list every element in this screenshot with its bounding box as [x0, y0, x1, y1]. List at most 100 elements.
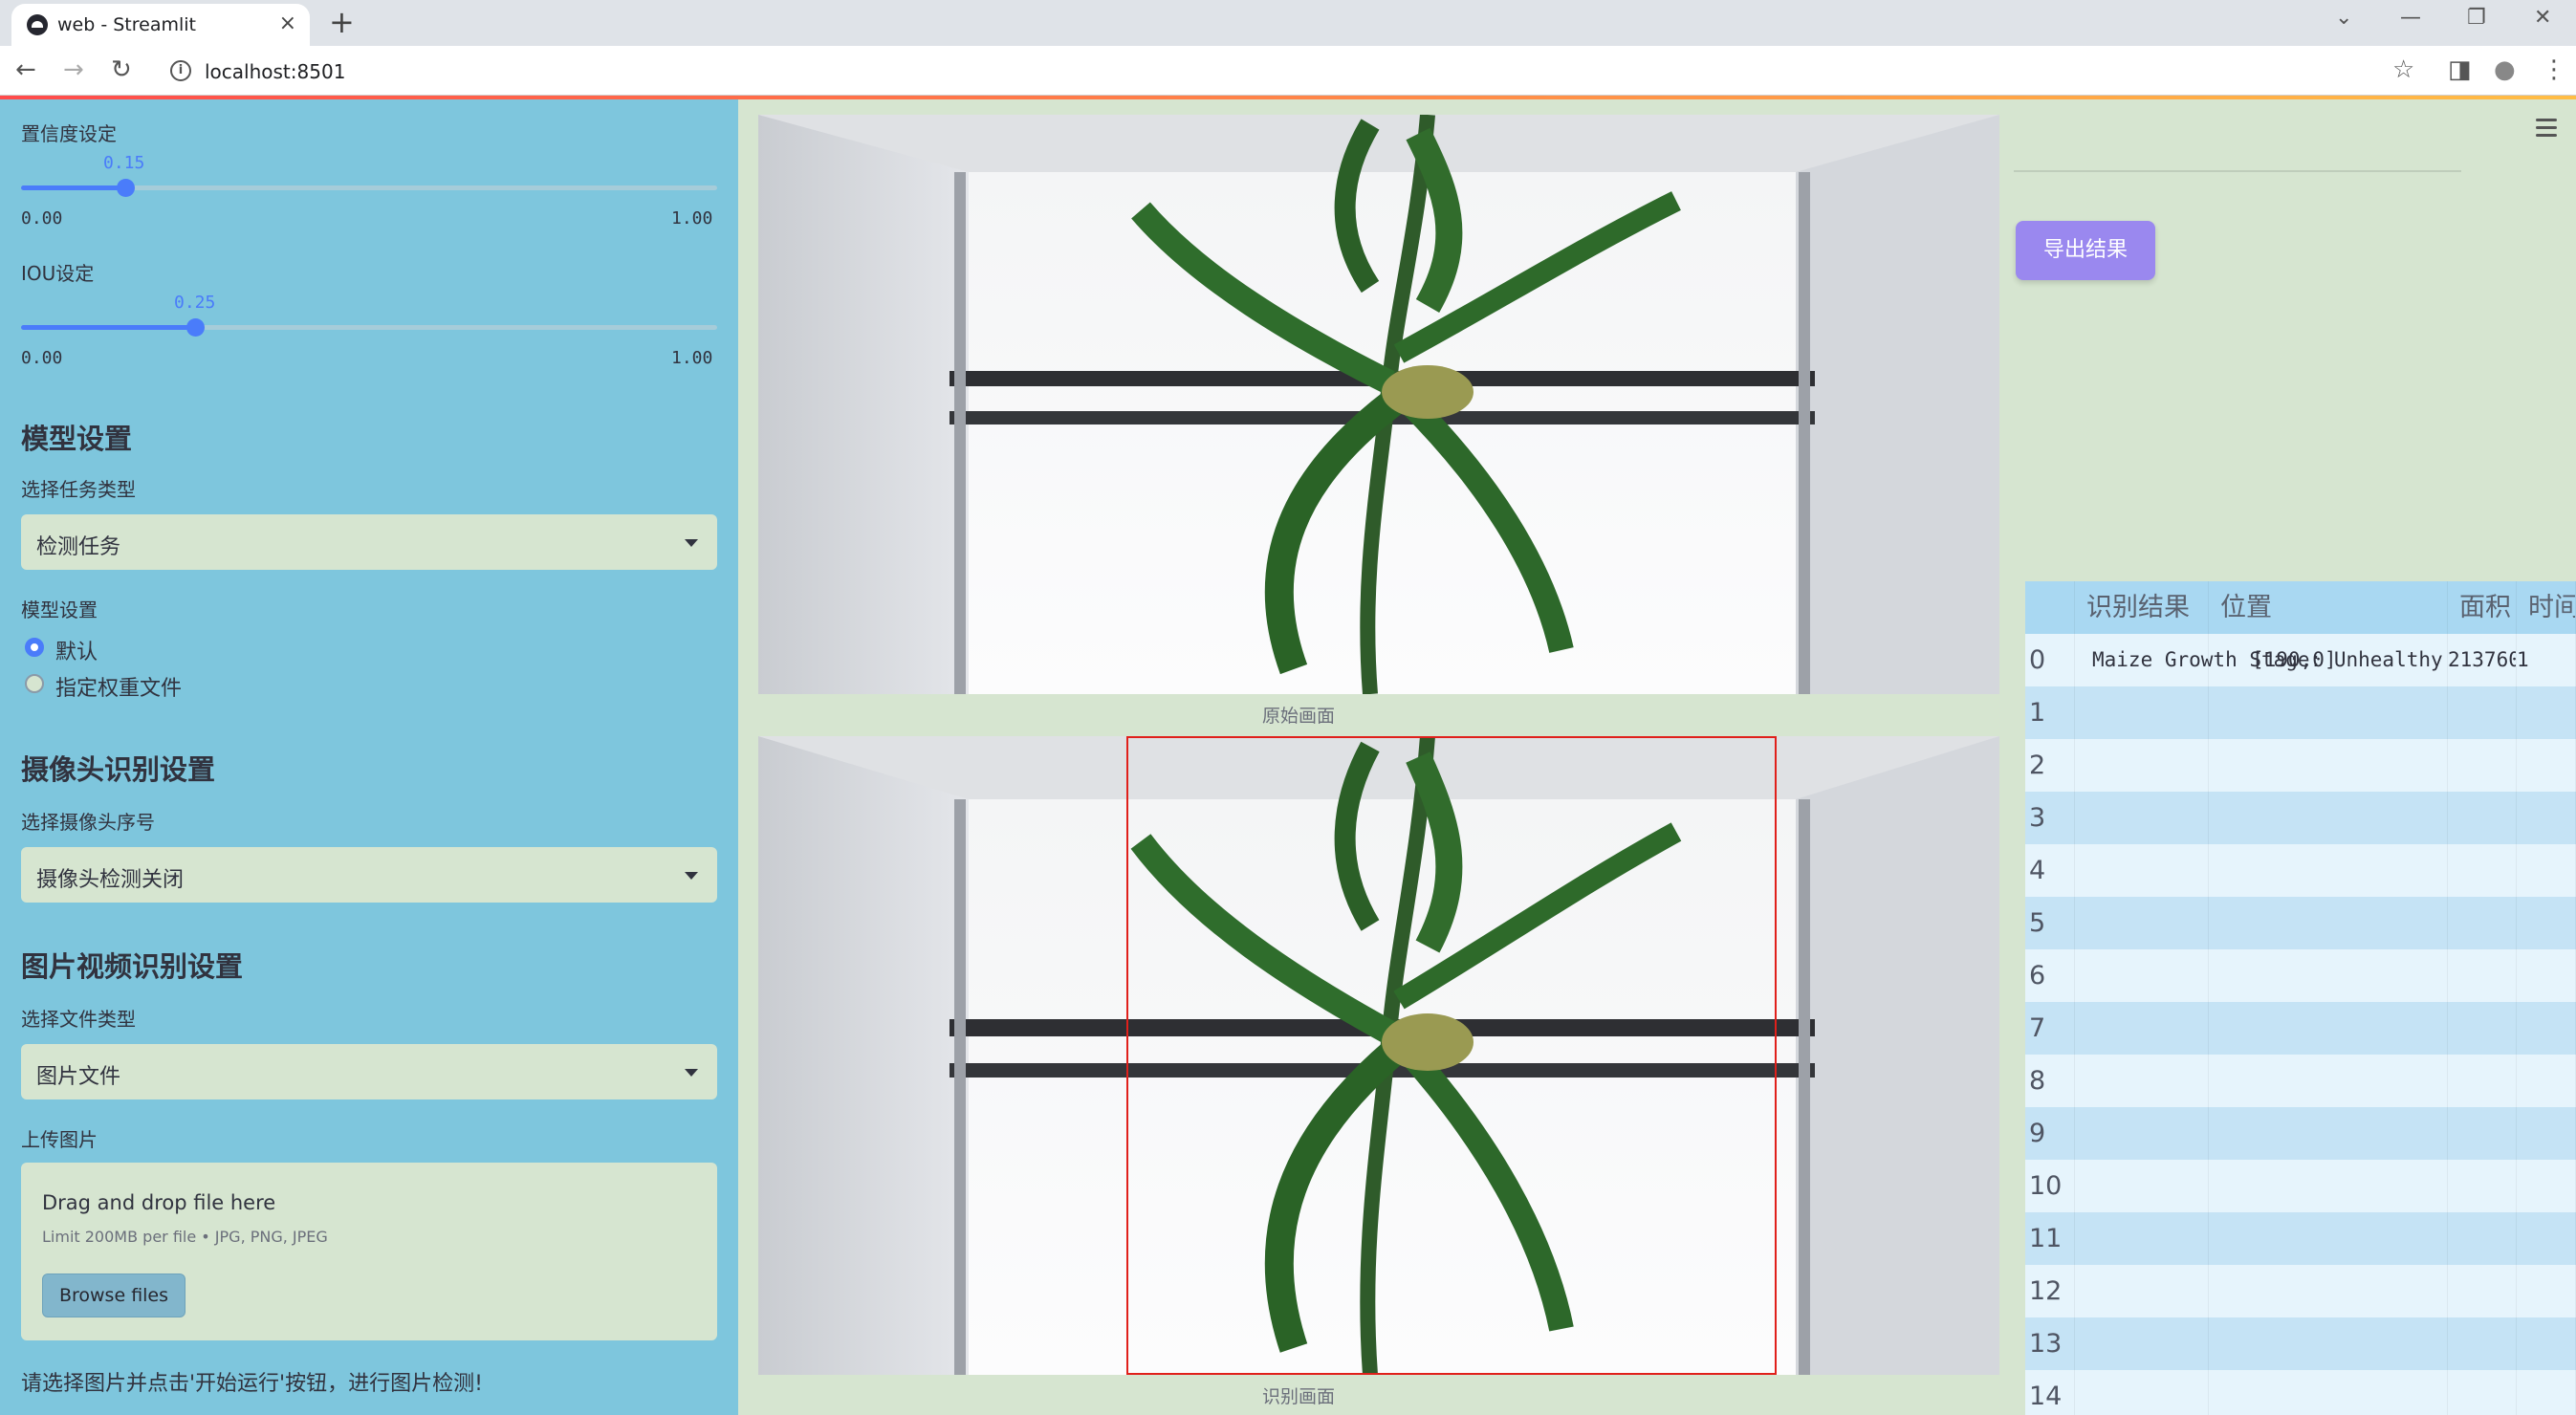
column-header[interactable]: 位置	[2209, 581, 2448, 634]
table-cell-index: 8	[2025, 1055, 2075, 1107]
iou-slider-max: 1.00	[671, 348, 713, 368]
table-row[interactable]: 2	[2025, 739, 2576, 792]
chevron-down-icon	[685, 1069, 698, 1077]
minimize-icon[interactable]: —	[2400, 6, 2421, 30]
side-panel-icon[interactable]: ◨	[2448, 55, 2472, 84]
column-header[interactable]: 时间	[2517, 581, 2576, 634]
file-dropzone[interactable]: Drag and drop file here Limit 200MB per …	[21, 1163, 717, 1340]
reload-icon[interactable]: ↻	[111, 55, 132, 84]
browse-files-button[interactable]: Browse files	[42, 1274, 186, 1317]
task-type-value: 检测任务	[36, 535, 121, 559]
table-row[interactable]: 3	[2025, 792, 2576, 844]
table-cell-position	[2209, 1212, 2448, 1265]
conf-slider-max: 1.00	[671, 208, 713, 229]
conf-slider[interactable]	[21, 179, 717, 197]
site-info-icon[interactable]: i	[170, 60, 191, 81]
table-row[interactable]: 1	[2025, 686, 2576, 739]
streamlit-favicon-icon	[27, 14, 48, 35]
dropzone-limit: Limit 200MB per file • JPG, PNG, JPEG	[42, 1228, 328, 1246]
radio-custom-weights-label: 指定权重文件	[55, 677, 183, 701]
divider-line	[2014, 170, 2461, 172]
profile-avatar-icon[interactable]: ●	[2494, 55, 2516, 84]
table-cell-position	[2209, 897, 2448, 949]
table-cell-time	[2517, 686, 2576, 739]
iou-slider-min: 0.00	[21, 348, 63, 368]
streamlit-main-menu-icon[interactable]	[2536, 119, 2557, 142]
table-row[interactable]: 0 Maize Growth Stage: Unhealthy [190,0] 213…	[2025, 634, 2576, 686]
window-close-icon[interactable]: ✕	[2534, 6, 2551, 30]
table-cell-time	[2517, 897, 2576, 949]
conf-slider-fill	[21, 185, 126, 190]
iou-slider-thumb[interactable]	[186, 318, 205, 337]
maize-plant-detected-photo	[758, 736, 1999, 1375]
radio-selected-icon[interactable]	[25, 638, 44, 657]
table-row[interactable]: 10	[2025, 1160, 2576, 1212]
column-header[interactable]: 识别结果	[2075, 581, 2209, 634]
file-type-select[interactable]: 图片文件	[21, 1044, 717, 1099]
tab-title: web - Streamlit	[57, 14, 196, 35]
iou-slider-value: 0.25	[174, 293, 216, 313]
tab-search-icon[interactable]: ⌄	[2335, 6, 2352, 30]
table-row[interactable]: 9	[2025, 1107, 2576, 1160]
table-cell-area	[2448, 686, 2517, 739]
task-type-select[interactable]: 检测任务	[21, 514, 717, 570]
table-cell-result: Maize Growth Stage: Unhealthy	[2075, 634, 2443, 686]
table-cell-index: 12	[2025, 1265, 2075, 1317]
table-cell-area	[2448, 739, 2517, 792]
table-cell-time	[2517, 1107, 2576, 1160]
table-row[interactable]: 5	[2025, 897, 2576, 949]
back-icon[interactable]: ←	[15, 55, 36, 84]
table-cell-position	[2209, 792, 2448, 844]
table-row[interactable]: 6	[2025, 949, 2576, 1002]
table-cell-position	[2209, 739, 2448, 792]
address-bar-row: ← → ↻ i localhost:8501 ☆ ◨ ● ⋮	[0, 46, 2576, 96]
forward-icon[interactable]: →	[63, 55, 84, 84]
table-cell-time	[2517, 792, 2576, 844]
column-header[interactable]	[2025, 581, 2075, 634]
export-results-button[interactable]: 导出结果	[2016, 221, 2155, 280]
table-row[interactable]: 12	[2025, 1265, 2576, 1317]
url-bar[interactable]: i localhost:8501	[157, 53, 2394, 89]
table-row[interactable]: 4	[2025, 844, 2576, 897]
table-row[interactable]: 7	[2025, 1002, 2576, 1055]
browser-tab[interactable]: web - Streamlit ×	[11, 4, 310, 46]
table-cell-index: 9	[2025, 1107, 2075, 1160]
radio-unselected-icon[interactable]	[25, 674, 44, 693]
table-cell-index: 6	[2025, 949, 2075, 1002]
table-cell-result	[2075, 1055, 2209, 1107]
table-cell-area	[2448, 1160, 2517, 1212]
table-cell-result	[2075, 686, 2209, 739]
table-cell-result	[2075, 739, 2209, 792]
table-cell-index: 4	[2025, 844, 2075, 897]
table-cell-area	[2448, 1212, 2517, 1265]
table-cell-index: 10	[2025, 1160, 2075, 1212]
url-text[interactable]: localhost:8501	[205, 60, 345, 83]
conf-slider-thumb[interactable]	[117, 179, 136, 197]
table-cell-position	[2209, 1055, 2448, 1107]
camera-index-select[interactable]: 摄像头检测关闭	[21, 847, 717, 903]
table-cell-time: 1	[2517, 634, 2576, 686]
table-row[interactable]: 13	[2025, 1317, 2576, 1370]
new-tab-icon[interactable]: +	[329, 4, 355, 40]
table-cell-time	[2517, 1002, 2576, 1055]
column-header[interactable]: 面积	[2448, 581, 2517, 634]
table-row[interactable]: 8	[2025, 1055, 2576, 1107]
table-cell-result	[2075, 1317, 2209, 1370]
table-cell-time	[2517, 949, 2576, 1002]
tab-close-icon[interactable]: ×	[279, 11, 296, 35]
iou-slider[interactable]	[21, 318, 717, 337]
iou-label: IOU设定	[21, 262, 95, 285]
camera-settings-header: 摄像头识别设置	[21, 753, 216, 786]
restore-icon[interactable]: ❐	[2467, 6, 2486, 30]
table-cell-position	[2209, 1265, 2448, 1317]
table-cell-position	[2209, 686, 2448, 739]
table-cell-position	[2209, 1107, 2448, 1160]
sidebar: 置信度设定 0.15 0.00 1.00 IOU设定 0.25 0.00 1.0…	[0, 99, 738, 1415]
instruction-text: 请选择图片并点击'开始运行'按钮，进行图片检测!	[21, 1372, 483, 1396]
table-row[interactable]: 11	[2025, 1212, 2576, 1265]
table-cell-index: 13	[2025, 1317, 2075, 1370]
table-row[interactable]: 14	[2025, 1370, 2576, 1415]
bookmark-star-icon[interactable]: ☆	[2392, 55, 2414, 84]
browser-menu-icon[interactable]: ⋮	[2542, 55, 2566, 84]
table-cell-area	[2448, 949, 2517, 1002]
